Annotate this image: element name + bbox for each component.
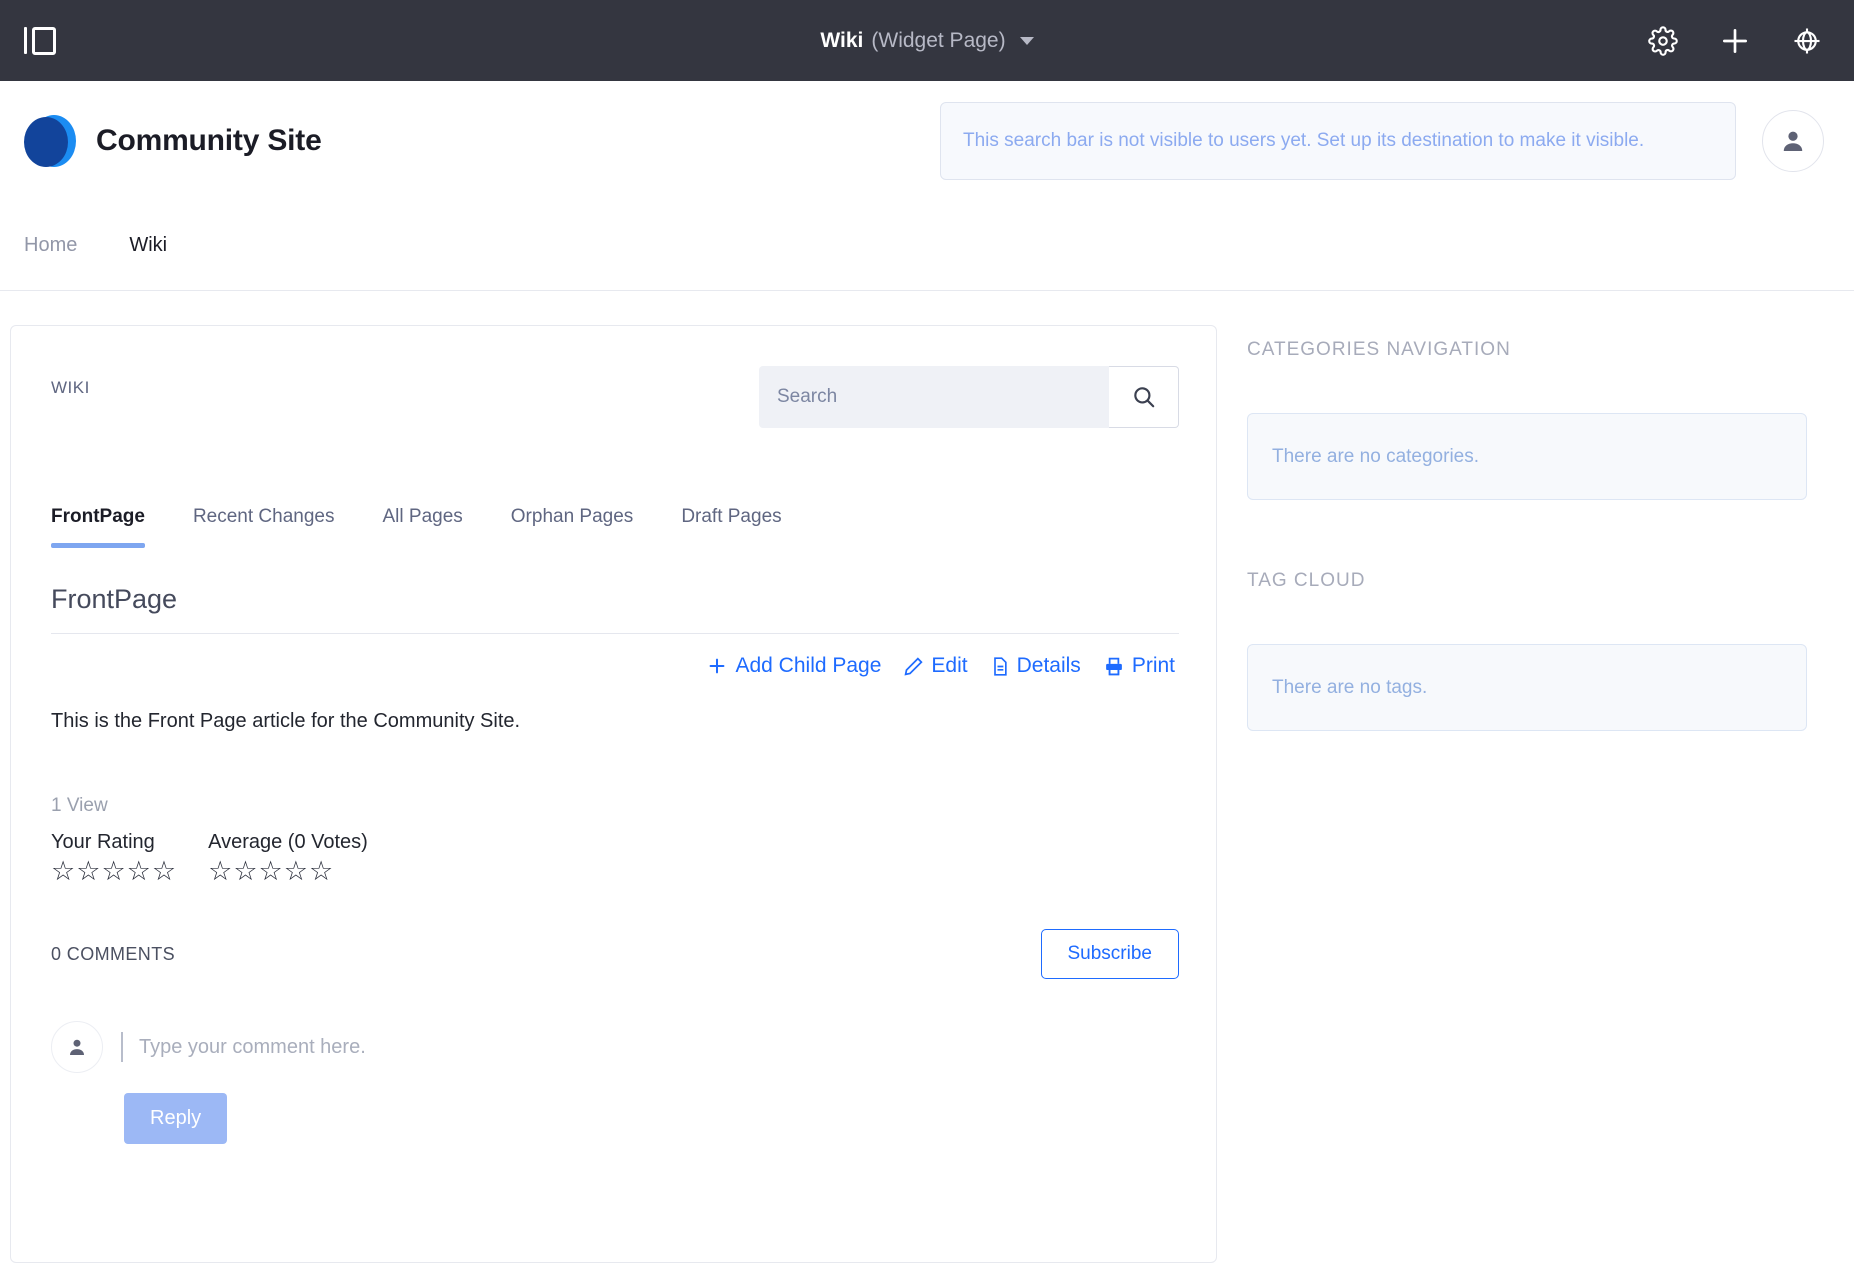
page-body: WIKI FrontPage Recent Changes All Pages … [0,291,1854,1263]
brand-link[interactable]: Community Site [24,115,322,167]
sidebar-toggle-box [32,26,56,55]
nav-item-wiki[interactable]: Wiki [129,234,167,257]
your-rating-block: Your Rating ☆ ☆ ☆ ☆ ☆ [51,831,176,885]
average-rating-block: Average (0 Votes) ☆ ☆ ☆ ☆ ☆ [208,831,368,885]
wiki-search-button[interactable] [1109,366,1179,428]
tab-frontpage[interactable]: FrontPage [51,506,145,548]
tag-cloud-title: TAG CLOUD [1247,570,1366,591]
nav-item-home[interactable]: Home [24,234,77,257]
user-avatar-icon [51,1021,103,1073]
star-icon[interactable]: ☆ [101,858,125,885]
wiki-tabs: FrontPage Recent Changes All Pages Orpha… [51,506,1179,548]
tab-orphan-pages[interactable]: Orphan Pages [511,506,634,548]
categories-empty-state: There are no categories. [1247,413,1807,500]
brand-name: Community Site [96,124,322,157]
star-icon: ☆ [208,856,233,886]
site-header: Community Site This search bar is not vi… [0,81,1854,201]
wiki-search-group [759,366,1179,428]
right-sidebar: CATEGORIES NAVIGATION There are no categ… [1247,325,1807,1263]
article-body: This is the Front Page article for the C… [51,710,521,732]
details-button[interactable]: Details [990,654,1081,678]
document-icon [993,656,1007,676]
user-avatar-icon[interactable] [1762,110,1824,172]
print-label: Print [1131,654,1175,677]
star-icon[interactable]: ☆ [127,858,151,885]
wiki-section-label: WIKI [51,378,90,397]
add-child-page-label: Add Child Page [735,654,882,677]
globe-target-icon[interactable] [1790,24,1824,58]
sidebar-toggle-bar [24,27,27,54]
star-icon[interactable]: ☆ [51,858,75,885]
tab-draft-pages[interactable]: Draft Pages [681,506,781,548]
article-actions: Add Child Page Edit Details Print [51,654,1179,678]
star-icon: ☆ [308,856,334,886]
header-search-notice: This search bar is not visible to users … [963,130,1645,151]
print-button[interactable]: Print [1103,654,1175,678]
star-icon: ☆ [258,856,283,886]
tag-cloud-empty-state: There are no tags. [1247,644,1807,731]
edit-label: Edit [931,654,968,677]
pencil-icon [904,656,924,675]
comments-count: 0 COMMENTS [51,943,176,964]
logo-circle-front [24,117,68,167]
tab-recent-changes[interactable]: Recent Changes [193,506,335,548]
topbar-actions [1646,0,1824,81]
tab-all-pages[interactable]: All Pages [383,506,463,548]
tag-cloud-section: TAG CLOUD There are no tags. [1247,570,1807,731]
ratings-group: Your Rating ☆ ☆ ☆ ☆ ☆ Average (0 Votes) … [51,831,1179,885]
categories-navigation-title: CATEGORIES NAVIGATION [1247,339,1511,360]
header-search-bar[interactable]: This search bar is not visible to users … [940,102,1736,180]
topbar-left-group [24,0,56,81]
title-divider [51,633,1179,634]
comment-input-wrap [121,1021,1179,1073]
wiki-card-header: WIKI [51,366,1179,428]
plus-icon [710,658,725,674]
primary-nav: Home Wiki [0,201,1854,291]
add-child-page-button[interactable]: Add Child Page [706,654,881,678]
printer-icon [1105,657,1122,675]
comment-composer: Reply [51,1021,1179,1144]
edit-button[interactable]: Edit [903,654,968,678]
article-title: FrontPage [51,584,178,614]
overlapping-circles-logo [24,115,76,167]
view-count: 1 View [51,795,108,816]
comments-header: 0 COMMENTS Subscribe [51,929,1179,979]
details-label: Details [1016,654,1081,677]
average-rating-stars: ☆ ☆ ☆ ☆ ☆ [208,858,368,885]
comment-composer-column: Reply [121,1021,1179,1144]
topbar-title-sub: (Widget Page) [871,28,1006,52]
star-icon[interactable]: ☆ [152,858,176,885]
wiki-card: WIKI FrontPage Recent Changes All Pages … [10,325,1217,1263]
categories-navigation-section: CATEGORIES NAVIGATION There are no categ… [1247,339,1807,500]
chevron-down-icon[interactable] [1019,36,1034,45]
plus-icon[interactable] [1718,24,1752,58]
comment-input[interactable] [137,1034,657,1060]
gear-icon[interactable] [1646,24,1680,58]
reply-button[interactable]: Reply [124,1093,228,1144]
wiki-search-input[interactable] [759,366,1109,428]
star-icon: ☆ [233,856,258,886]
star-icon: ☆ [283,856,308,886]
topbar-title-main: Wiki [820,28,864,52]
topbar-title: Wiki (Widget Page) [820,28,1034,53]
admin-topbar: Wiki (Widget Page) [0,0,1854,81]
average-rating-label: Average (0 Votes) [208,831,368,853]
your-rating-label: Your Rating [51,831,155,853]
text-cursor [121,1032,123,1062]
subscribe-button[interactable]: Subscribe [1040,929,1179,979]
sidebar-toggle-icon[interactable] [24,26,56,55]
star-icon[interactable]: ☆ [76,858,100,885]
your-rating-stars[interactable]: ☆ ☆ ☆ ☆ ☆ [51,858,176,885]
